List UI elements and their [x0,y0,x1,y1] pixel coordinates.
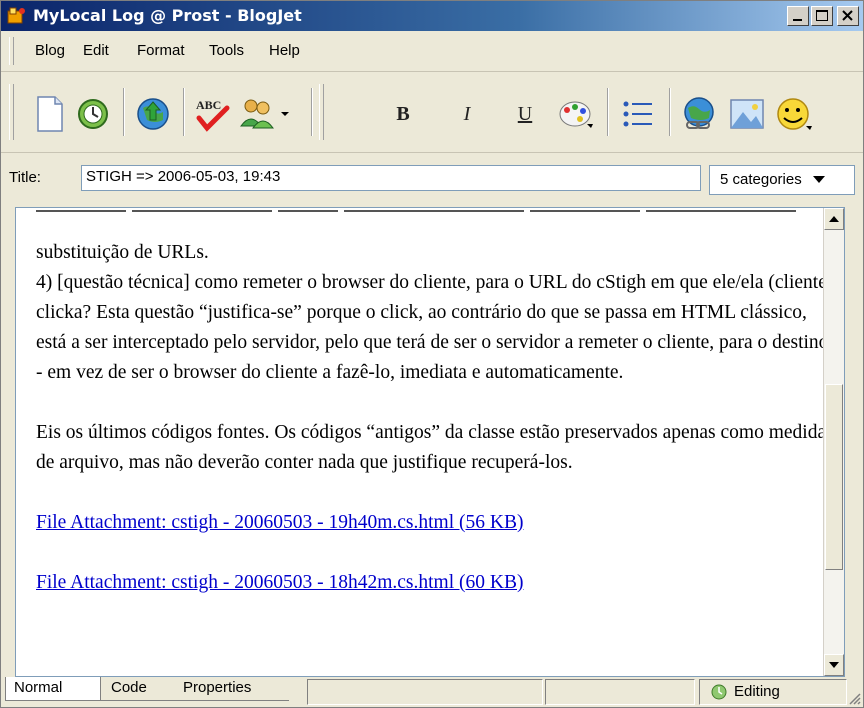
toolbar-grip[interactable] [319,84,324,140]
menu-help[interactable]: Help [269,42,300,60]
paragraph: substituição de URLs. [36,242,209,263]
toolbar-separator [311,88,313,136]
clock-arrow-icon [78,99,108,129]
arrow-down-icon [829,662,839,668]
toolbar-grip[interactable] [9,84,14,140]
users-dropdown[interactable] [275,92,295,136]
publish-button[interactable] [131,92,175,136]
users-button[interactable] [235,92,279,136]
menu-format[interactable]: Format [137,42,185,60]
palette-icon [559,101,593,128]
post-editor[interactable]: substituição de URLs. 4) [questão técnic… [15,207,845,677]
menubar-grip[interactable] [9,37,14,65]
paragraph: Eis os últimos códigos fontes. Os código… [36,422,827,473]
toolbar-separator [183,88,185,136]
chevron-down-icon [281,112,289,116]
scroll-down-button[interactable] [824,654,844,676]
clipped-text-line [36,210,836,220]
toolbar-separator [607,88,609,136]
menu-blog[interactable]: Blog [35,42,65,60]
tab-normal[interactable]: Normal [5,677,101,701]
minimize-button[interactable] [787,6,809,26]
underline-icon: U [517,102,533,125]
attachment-link[interactable]: File Attachment: cstigh - 20060503 - 18h… [36,572,523,593]
vertical-scrollbar[interactable] [823,208,844,676]
toolbar-separator [669,88,671,136]
new-document-icon [37,96,63,132]
insert-smiley-button[interactable] [771,92,815,136]
toolbar-separator [123,88,125,136]
smiley-icon [777,98,812,130]
title-label: Title: [9,169,41,186]
new-post-button[interactable] [27,92,71,136]
scroll-thumb[interactable] [825,384,843,570]
status-panel [545,679,695,705]
bullet-list-icon [623,101,652,127]
spell-check-icon: ABC [196,98,230,132]
svg-text:ABC: ABC [196,98,221,112]
spell-check-button[interactable]: ABC [191,92,235,136]
editing-status-label: Editing [734,683,780,700]
tab-properties[interactable]: Properties [173,677,289,701]
post-title-input[interactable]: STIGH => 2006-05-03, 19:43 [81,165,701,191]
title-bar[interactable]: MyLocal Log @ Prost - BlogJet [1,1,863,31]
tab-code[interactable]: Code [101,677,173,701]
window-title: MyLocal Log @ Prost - BlogJet [33,6,302,25]
bold-button[interactable]: B [385,92,421,136]
toolbar: ABC B I U [1,72,863,153]
color-button[interactable] [553,92,597,136]
maximize-button[interactable] [811,6,833,26]
paragraph: 4) [questão técnica] como remeter o brow… [36,272,834,383]
categories-dropdown[interactable]: 5 categories [709,165,855,195]
blogjet-app-icon [7,7,25,24]
status-bar: Normal Code Properties Editing [1,677,863,707]
menu-bar: Blog Edit Format Tools Help [1,31,863,72]
arrow-up-icon [829,216,839,222]
scroll-up-button[interactable] [824,208,844,230]
menu-tools[interactable]: Tools [209,42,244,60]
editing-status-icon [711,684,727,700]
blogjet-window: MyLocal Log @ Prost - BlogJet Blog Edit … [0,0,864,708]
maximize-icon [816,10,828,21]
users-icon [240,99,274,129]
bullet-list-button[interactable] [615,92,659,136]
close-button[interactable] [837,6,859,26]
image-icon [730,99,764,129]
status-panel [307,679,543,705]
minimize-icon [793,19,802,21]
bold-icon: B [396,102,410,125]
insert-link-button[interactable] [677,92,721,136]
post-title-row: Title: STIGH => 2006-05-03, 19:43 5 cate… [1,153,863,205]
link-globe-icon [684,97,714,129]
resize-grip-icon[interactable] [847,691,861,705]
chevron-down-icon [812,166,826,194]
underline-button[interactable]: U [507,92,543,136]
editor-content: substituição de URLs. 4) [questão técnic… [36,238,836,598]
close-icon [842,10,853,21]
attachment-link[interactable]: File Attachment: cstigh - 20060503 - 19h… [36,512,523,533]
editing-status-panel: Editing [699,679,847,705]
insert-image-button[interactable] [725,92,769,136]
categories-label: 5 categories [720,171,802,188]
italic-icon: I [463,102,471,125]
menu-edit[interactable]: Edit [83,42,109,60]
italic-button[interactable]: I [449,92,485,136]
open-button[interactable] [71,92,115,136]
globe-upload-icon [137,98,169,130]
